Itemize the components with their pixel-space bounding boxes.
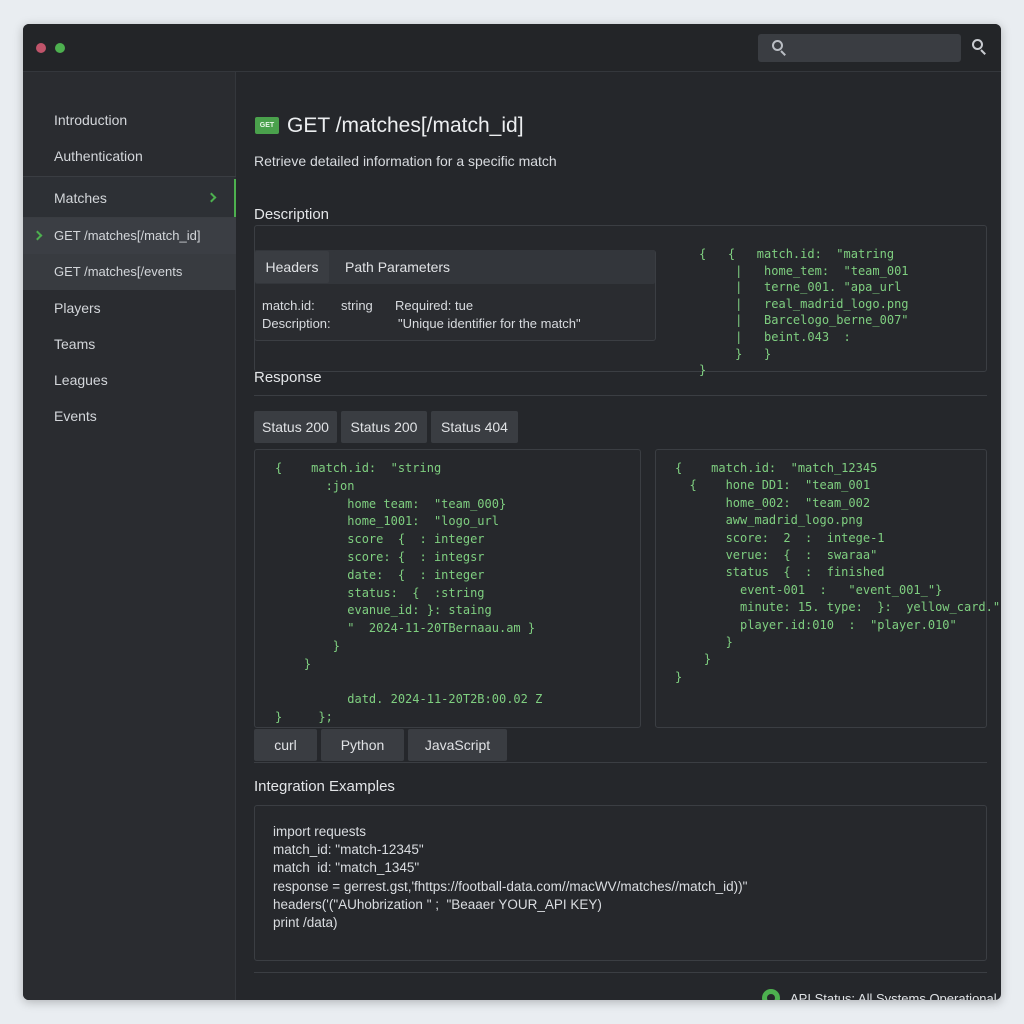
maximize-window-button[interactable] (55, 43, 65, 53)
code-line: verue: { : swaraa" (675, 548, 878, 562)
code-line: | beint.043 : (699, 330, 851, 344)
tab-status-404[interactable]: Status 404 (431, 411, 518, 443)
tab-javascript[interactable]: JavaScript (408, 729, 507, 761)
code-line: | Barcelogo_berne_007" (699, 313, 909, 328)
tab-path-parameters[interactable]: Path Parameters (333, 251, 461, 283)
param-required: Required: tue (395, 298, 474, 313)
code-line: minute: 15. type: }: yellow_card."} (675, 600, 1001, 615)
code-line: home_002: "team_002 (675, 495, 871, 510)
main-content: GET GET /matches[/match_id] Retrieve det… (237, 72, 1001, 1000)
sidebar-item-players[interactable]: Players (23, 290, 236, 326)
code-line: score: { : integsr (275, 550, 485, 564)
code-line: } (275, 639, 341, 653)
code-line: aww_madrid_logo.png (675, 513, 863, 528)
code-line: | real_madrid_logo.png (699, 296, 909, 311)
status-indicator-icon (762, 989, 780, 1000)
code-line: date: { : integer (275, 567, 485, 582)
api-status-text: API Status: All Systems Operational (790, 991, 997, 1000)
code-line: } (699, 363, 707, 378)
divider (254, 762, 987, 763)
param-name: match.id: (262, 298, 315, 313)
search-input[interactable] (758, 34, 961, 62)
tab-status-200-alt[interactable]: Status 200 (341, 411, 427, 443)
code-line: { hone DD1: "team_001 (675, 478, 871, 493)
tab-curl[interactable]: curl (254, 729, 317, 761)
code-line: score: 2 : intege-1 (675, 530, 885, 545)
description-heading: Description (254, 206, 330, 223)
sidebar-item-leagues[interactable]: Leagues (23, 362, 236, 398)
code-line: evanue_id: }: staing (275, 603, 492, 618)
code-line: { match.id: "string (275, 461, 442, 475)
sidebar-item-get-events[interactable]: GET /matches[/events (23, 254, 236, 290)
code-line: match_id: "match-12345" (273, 842, 424, 858)
code-line: score { : integer (275, 532, 485, 547)
title-bar (23, 24, 1001, 72)
response-heading: Response (254, 369, 322, 386)
param-description-label: Description: (262, 316, 331, 331)
code-line: :jon (275, 478, 355, 493)
page-subtitle: Retrieve detailed information for a spec… (254, 153, 557, 169)
code-line: match id: "match_1345" (273, 860, 420, 876)
code-line: } (275, 656, 312, 671)
code-line: { { match.id: "matring (699, 247, 895, 261)
code-line: } (675, 635, 733, 649)
chevron-right-icon (206, 192, 217, 203)
code-line: status { : finished (675, 565, 885, 580)
search-button-icon[interactable] (972, 39, 988, 55)
search-icon (772, 40, 788, 56)
code-line: response = gerrest.gst,'fhttps://footbal… (273, 878, 748, 894)
tab-headers[interactable]: Headers (255, 251, 329, 283)
code-line: headers('("AUhobrization " ; "Beaaer YOU… (273, 896, 602, 912)
code-line: home team: "team_000} (275, 496, 507, 511)
divider (254, 395, 987, 396)
app-window: Introduction Authentication Matches GET … (23, 24, 1001, 1000)
code-line: event-001 : "event_001_"} (675, 582, 943, 597)
code-line: " 2024-11-20TBernaau.am } (275, 621, 536, 636)
page-title: GET /matches[/match_id] (287, 114, 524, 137)
param-description-value: "Unique identifier for the match" (398, 316, 581, 331)
sidebar-item-get-match[interactable]: GET /matches[/match_id] (23, 218, 236, 254)
code-line: } } (699, 346, 772, 361)
sidebar: Introduction Authentication Matches GET … (23, 72, 236, 1000)
integration-heading: Integration Examples (254, 778, 395, 795)
code-line: player.id:010 : "player.010" (675, 617, 957, 632)
method-badge: GET (255, 117, 279, 134)
tab-python[interactable]: Python (321, 729, 404, 761)
sidebar-item-introduction[interactable]: Introduction (23, 102, 236, 138)
code-line: import requests (273, 824, 367, 839)
code-line: datd. 2024-11-20T2B:00.02 Z (275, 692, 543, 707)
code-line: status: { :string (275, 585, 485, 600)
chevron-right-icon (32, 230, 43, 241)
code-line: } (675, 669, 683, 684)
code-line: { match.id: "match_12345 (675, 461, 878, 475)
code-line: | home_tem: "team_001 (699, 263, 909, 278)
code-line: print /data) (273, 915, 338, 930)
code-line: home_1001: "logo_url (275, 514, 499, 529)
sidebar-item-events[interactable]: Events (23, 398, 236, 434)
param-type: string (341, 298, 373, 313)
divider (254, 972, 987, 973)
sidebar-item-teams[interactable]: Teams (23, 326, 236, 362)
tab-status-200[interactable]: Status 200 (254, 411, 337, 443)
code-line: } (675, 652, 712, 667)
code-line: } }; (275, 710, 333, 725)
close-window-button[interactable] (36, 43, 46, 53)
sidebar-item-matches[interactable]: Matches (23, 176, 236, 218)
sidebar-item-authentication[interactable]: Authentication (23, 138, 236, 174)
code-line: | terne_001. "apa_url (699, 280, 902, 295)
